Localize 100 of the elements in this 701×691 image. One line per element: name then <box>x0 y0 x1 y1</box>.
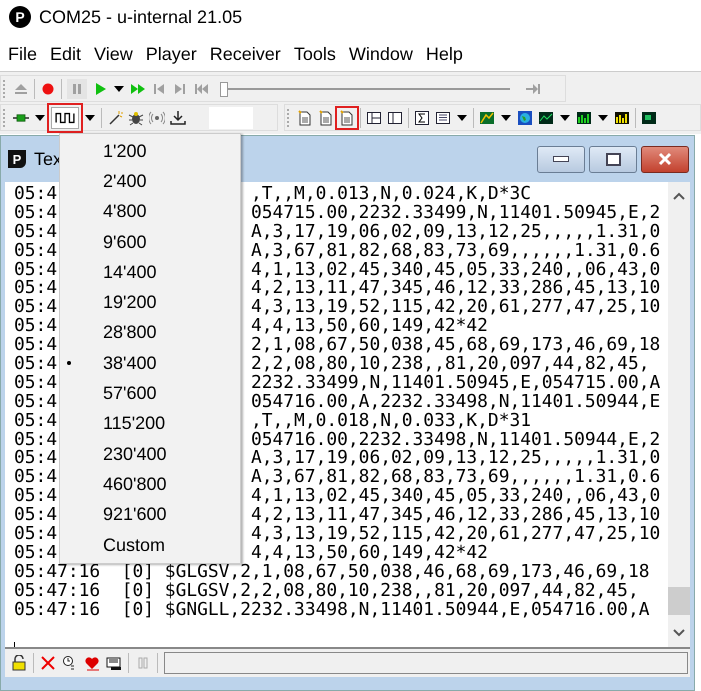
console-text: 4,4,13,50,60,149,42*42 <box>250 542 488 563</box>
console-text: 054716.00,A,2232.33498,N,11401.50944,E <box>250 390 660 412</box>
caret-icon[interactable] <box>456 114 468 122</box>
console-timestamp: 05:4 <box>14 468 58 488</box>
minimize-button[interactable] <box>537 146 585 172</box>
document-logo: P <box>8 150 26 168</box>
console-text: 4,4,13,50,60,149,42*42 <box>250 315 488 336</box>
console-text: 4,2,13,11,47,345,46,12,33,286,45,13,10 <box>250 277 660 298</box>
console-text: A,3,17,19,06,02,09,13,12,25,,,,,1.31,0 <box>250 447 660 468</box>
menu-option[interactable]: 460'800 <box>60 469 240 500</box>
console-timestamp: 05:4 <box>14 222 58 242</box>
menu-option[interactable]: 921'600 <box>60 500 240 530</box>
layout-icon[interactable] <box>366 110 382 126</box>
console-timestamp: 05:4 <box>14 336 58 356</box>
console-text: 4,1,13,02,45,340,45,05,33,240,,06,43,0 <box>250 485 660 506</box>
menu-option[interactable]: 57'600 <box>60 378 240 409</box>
console-timestamp: 05:4 <box>14 374 58 393</box>
menu-option[interactable]: 4'800 <box>60 196 240 227</box>
console-timestamp: 05:4 <box>14 355 58 374</box>
layout-icon[interactable] <box>387 110 403 126</box>
bar-graph-icon[interactable] <box>614 110 630 126</box>
console-timestamp: 05:4 <box>14 392 58 412</box>
vertical-scrollbar[interactable] <box>668 182 690 647</box>
console-timestamp: 05:4 <box>14 412 58 431</box>
menu-option[interactable]: 19'200 <box>60 287 240 318</box>
sigma-icon[interactable] <box>414 110 430 126</box>
document-icon[interactable] <box>318 110 334 126</box>
bar-graph-icon[interactable] <box>576 110 592 126</box>
console-text: ,T,,M,0.013,N,0.024,K,D*3C <box>250 183 532 204</box>
magic-wand-icon[interactable] <box>107 110 123 126</box>
caret-icon[interactable] <box>84 114 96 122</box>
window-title: COM25 - u-internal 21.05 <box>39 6 242 28</box>
printer-icon[interactable] <box>106 655 122 671</box>
line-graph-icon[interactable] <box>538 110 554 126</box>
console-timestamp: 05:4 <box>14 279 58 298</box>
console-timestamp: 05:4 <box>14 317 58 336</box>
menu-item[interactable]: Receiver <box>210 44 281 65</box>
document-icon[interactable] <box>297 110 313 126</box>
console-timestamp: 05:4 <box>14 506 58 526</box>
console-text: 4,3,13,19,52,115,42,20,61,277,47,25,10 <box>250 523 660 544</box>
screen-icon[interactable] <box>641 110 657 126</box>
console-text: ,T,,M,0.018,N,0.033,K,D*31 <box>250 410 532 431</box>
menu-option[interactable]: 38'400 <box>60 348 240 378</box>
console-timestamp: 05:4 <box>14 449 58 468</box>
list-icon[interactable] <box>435 110 451 126</box>
menu-item[interactable]: File <box>8 44 38 65</box>
chart-icon[interactable] <box>479 110 495 126</box>
menu-option[interactable]: 14'400 <box>60 257 240 288</box>
heart-icon[interactable] <box>84 655 100 671</box>
console-timestamp: 05:4 <box>14 204 58 223</box>
console-text: 4,3,13,19,52,115,42,20,61,277,47,25,10 <box>250 296 660 318</box>
record-icon[interactable] <box>40 80 56 96</box>
menu-option[interactable]: 115'200 <box>60 408 240 439</box>
toolbar-field[interactable] <box>209 106 253 128</box>
menu-option[interactable]: Custom <box>60 530 240 560</box>
caret-icon[interactable] <box>597 114 609 122</box>
menu-item[interactable]: View <box>94 44 133 65</box>
caret-icon[interactable] <box>34 114 46 122</box>
menu-option[interactable]: 230'400 <box>60 438 240 470</box>
menu-option[interactable]: 2'400 <box>60 166 240 197</box>
console-timestamp: 05:4 <box>14 185 58 204</box>
caret-icon[interactable] <box>113 84 125 92</box>
antenna-icon[interactable] <box>149 110 165 126</box>
menu-option[interactable]: 28'800 <box>60 318 240 348</box>
menu-option[interactable]: 9'600 <box>60 226 240 258</box>
scrollbar-thumb[interactable] <box>668 587 690 615</box>
console-text: 4,1,13,02,45,340,45,05,33,240,,06,43,0 <box>250 258 660 280</box>
console-text: A,3,17,19,06,02,09,13,12,25,,,,,1.31,0 <box>250 220 660 242</box>
download-icon[interactable] <box>170 110 186 126</box>
caret-icon[interactable] <box>559 114 571 122</box>
console-text: 4,2,13,11,47,345,46,12,33,286,45,13,10 <box>250 504 660 526</box>
chevron-up-icon[interactable] <box>673 192 685 200</box>
menu-item[interactable]: Help <box>426 44 463 65</box>
caret-icon[interactable] <box>500 114 512 122</box>
console-text: 054715.00,2232.33499,N,11401.50945,E,2 <box>250 202 660 223</box>
console-timestamp: 05:4 <box>14 487 58 506</box>
console-text: 05:47:16 [0] $GLGSV,2,2,08,80,10,238,,81,20,097,44,82,45, <box>14 580 639 601</box>
console-text: 2232.33499,N,11401.50945,E,054715.00,A <box>250 372 660 393</box>
menu-item[interactable]: Tools <box>294 44 336 65</box>
console-timestamp: 05:4 <box>14 525 58 544</box>
padlock-icon[interactable] <box>11 655 27 671</box>
bug-icon[interactable] <box>128 110 144 126</box>
menu-item[interactable]: Player <box>146 44 197 65</box>
console-timestamp: 05:4 <box>14 544 58 563</box>
close-icon[interactable] <box>40 655 56 671</box>
console-text: 2,1,08,67,50,038,45,68,69,173,46,69,18 <box>250 334 660 356</box>
console-text: A,3,67,81,82,68,83,73,69,,,,,,1.31,0.6 <box>250 240 660 261</box>
console-timestamp: 05:4 <box>14 298 58 318</box>
maximize-button[interactable] <box>589 146 637 172</box>
close-button[interactable] <box>641 146 689 172</box>
menu-item[interactable]: Edit <box>50 44 82 65</box>
chevron-down-icon[interactable] <box>673 629 685 637</box>
console-timestamp: 05:4 <box>14 430 58 450</box>
menu-item[interactable]: Window <box>348 44 413 65</box>
app-logo: P <box>9 6 31 28</box>
console-text: A,3,67,81,82,68,83,73,69,,,,,,1.31,0.6 <box>250 466 660 488</box>
status-field[interactable] <box>164 652 688 674</box>
globe-icon[interactable] <box>517 110 533 126</box>
menu-option[interactable]: 1'200 <box>60 136 240 166</box>
close-icon <box>658 152 672 166</box>
